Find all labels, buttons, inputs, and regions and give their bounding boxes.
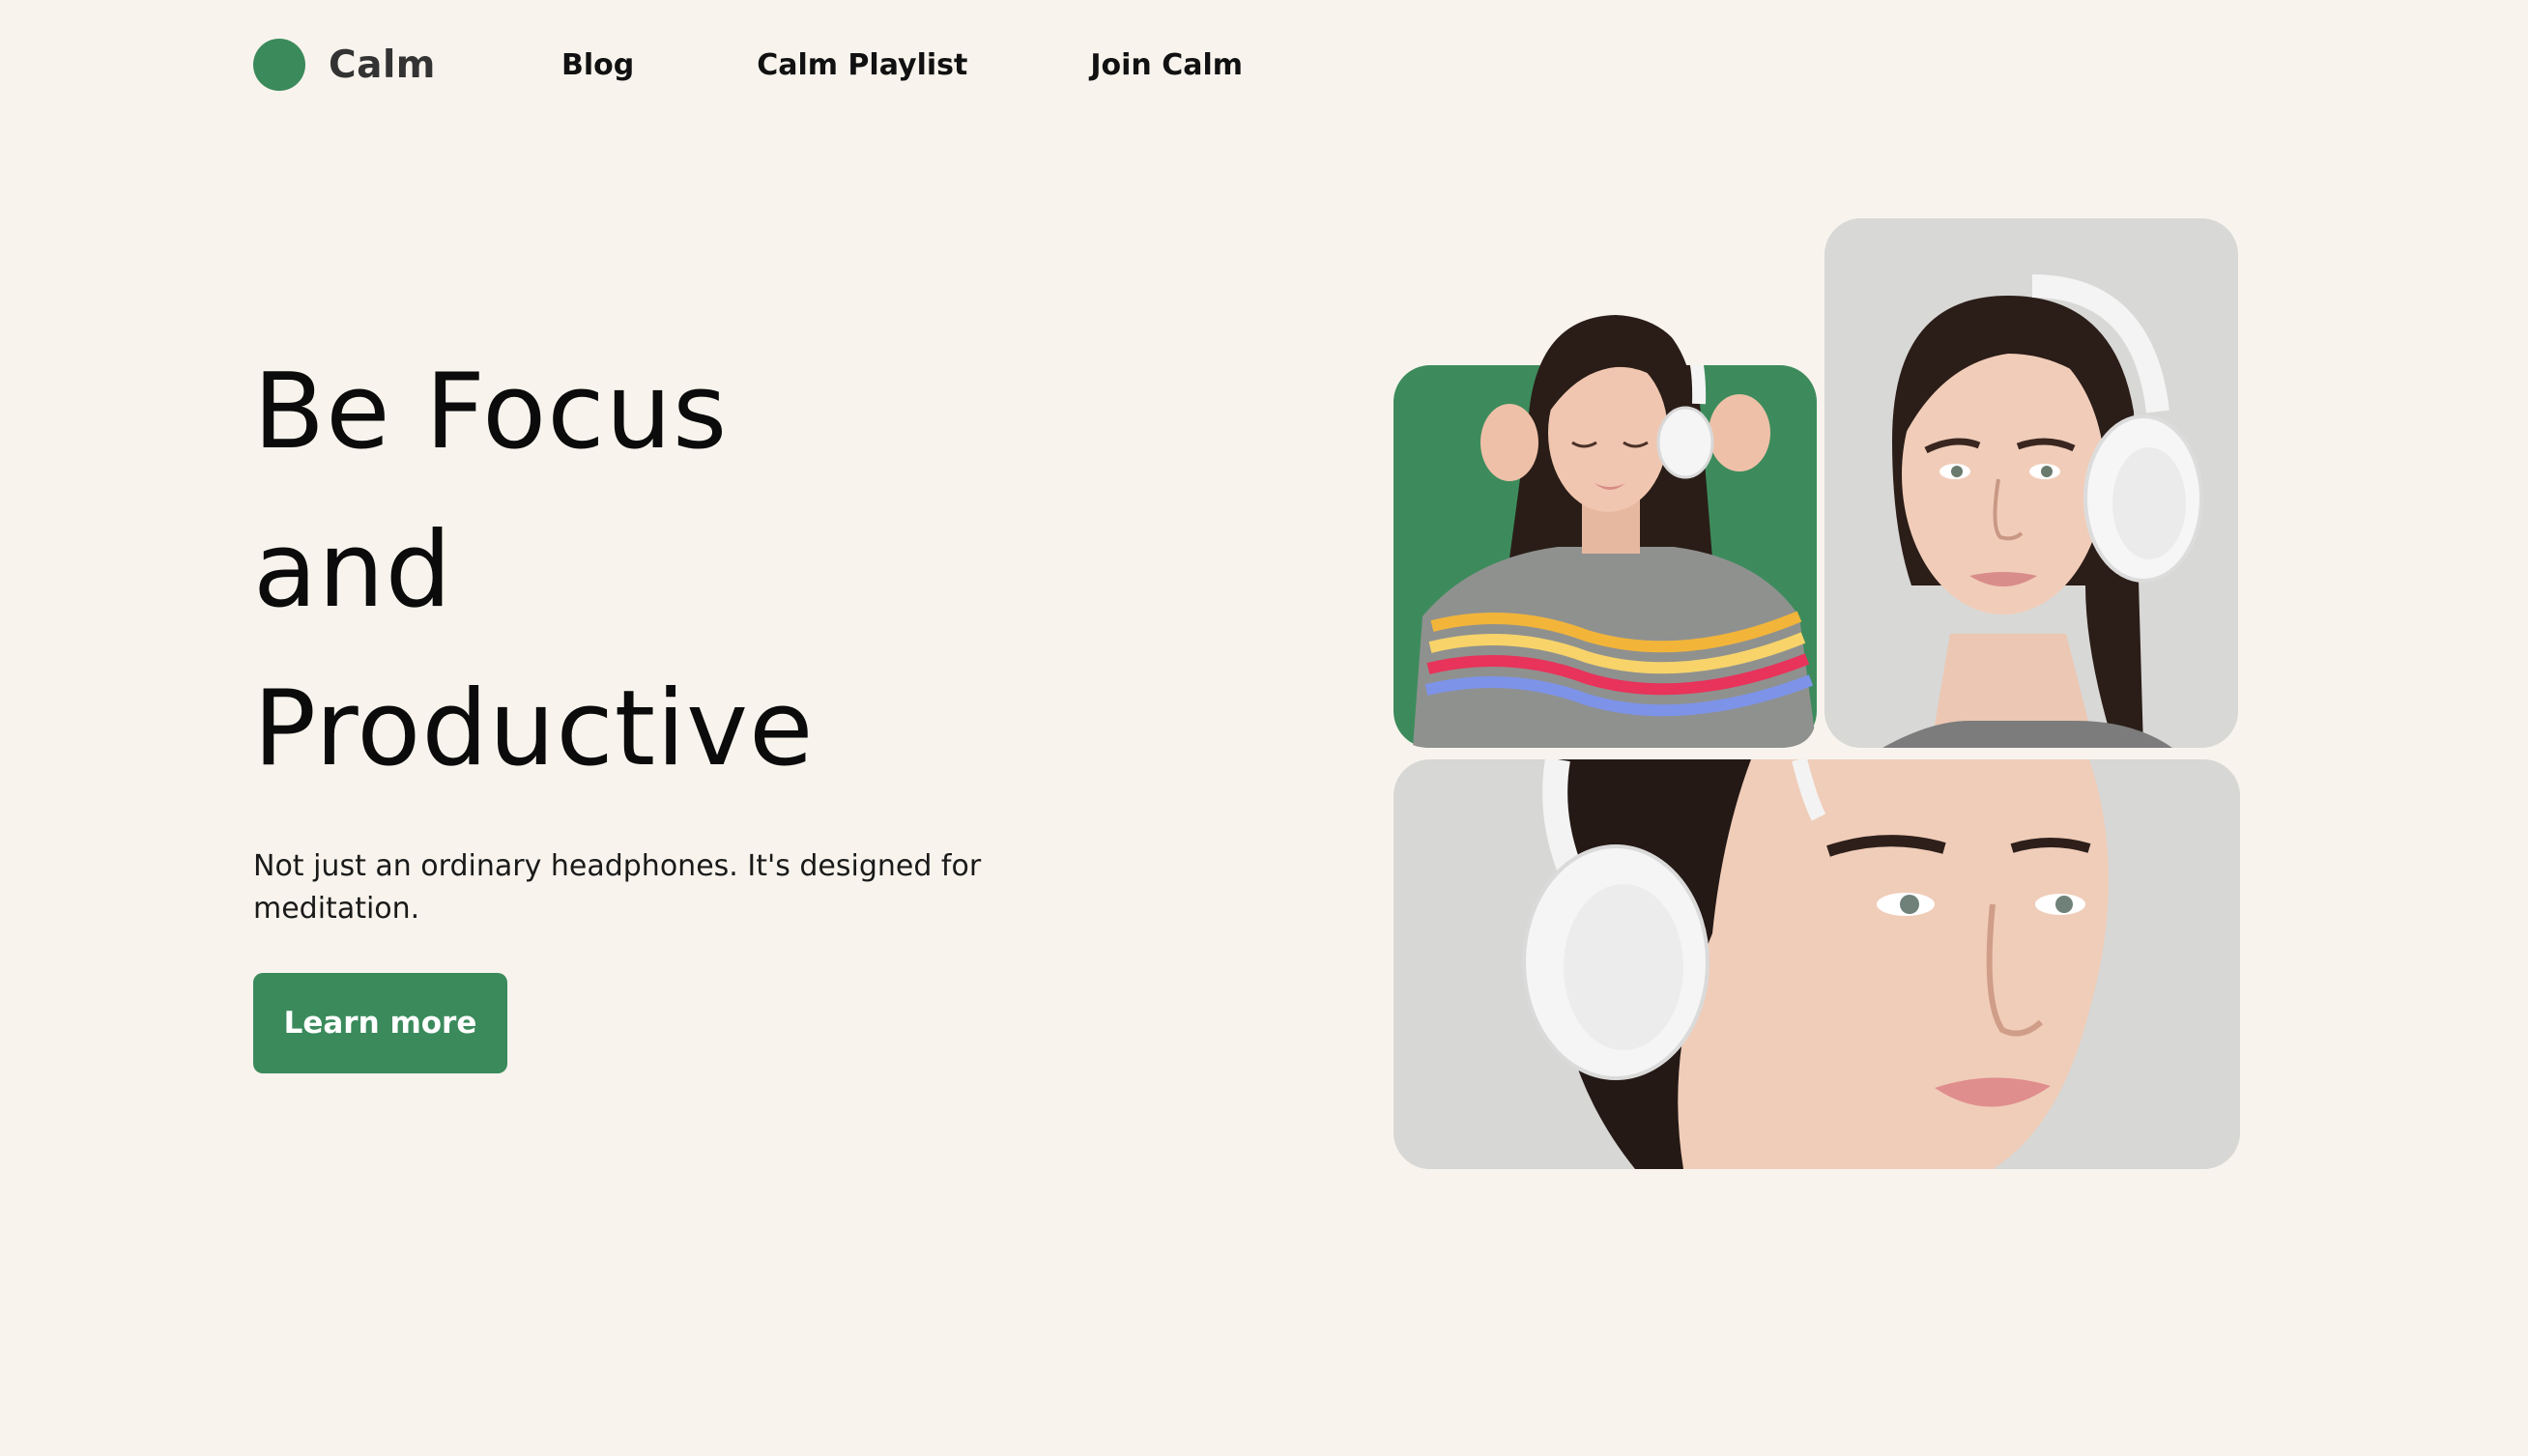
nav-link-blog[interactable]: Blog [561, 48, 634, 82]
photo-woman-closeup-headphones [1393, 759, 2240, 1169]
top-navigation: Calm Blog Calm Playlist Join Calm [253, 37, 1243, 93]
nav-link-join-calm[interactable]: Join Calm [1090, 48, 1243, 82]
nav-links: Blog Calm Playlist Join Calm [561, 48, 1243, 82]
portrait-headphones-illustration [1824, 218, 2238, 748]
closeup-headphones-illustration [1393, 759, 2240, 1169]
brand-logo[interactable]: Calm [253, 39, 436, 91]
nav-link-calm-playlist[interactable]: Calm Playlist [757, 48, 967, 82]
brand-name: Calm [329, 43, 436, 87]
striped-sweater-illustration [1413, 315, 1817, 748]
photo-woman-portrait-headphones [1824, 218, 2238, 748]
learn-more-button[interactable]: Learn more [253, 973, 507, 1073]
hero-title-line-2: and [253, 510, 453, 631]
hero-title-line-3: Productive [253, 669, 815, 789]
hero-title-line-1: Be Focus [253, 352, 729, 472]
hero-title: Be Focus and Productive [253, 333, 1123, 809]
logo-circle-icon [253, 39, 305, 91]
hero-section: Be Focus and Productive Not just an ordi… [253, 333, 1123, 1073]
photo-woman-striped-sweater [1393, 315, 1817, 748]
hero-description: Not just an ordinary headphones. It's de… [253, 849, 982, 926]
